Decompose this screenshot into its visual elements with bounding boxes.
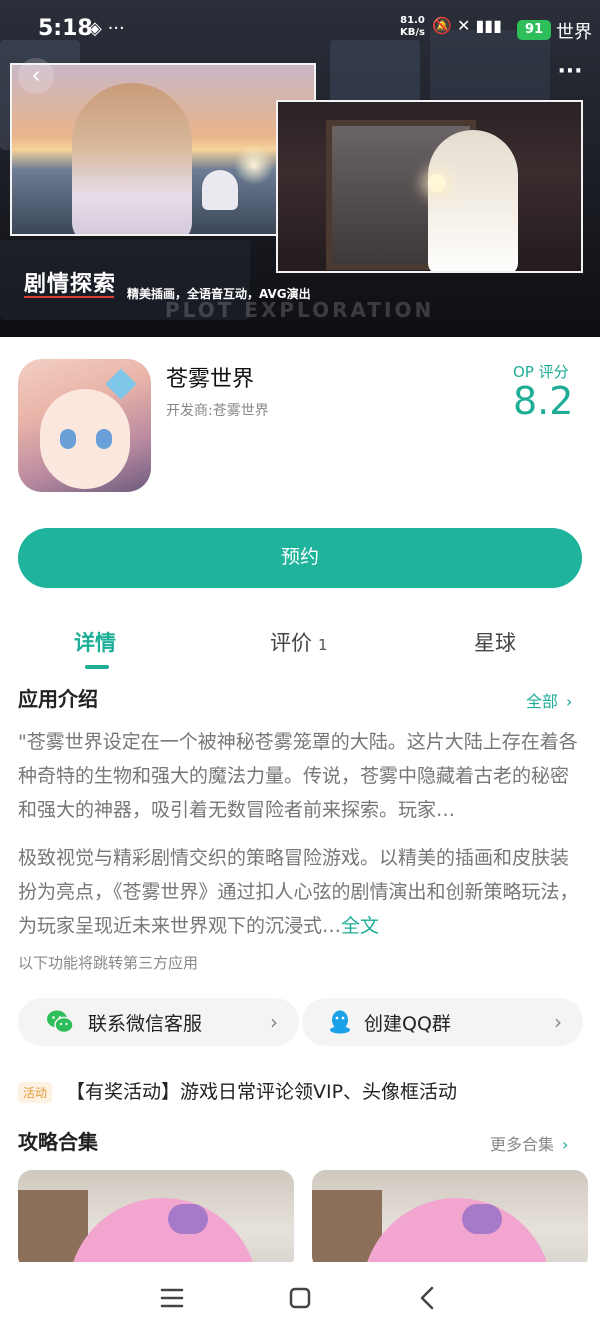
system-navigation-bar — [0, 1262, 600, 1333]
status-right-icons: 🔕 ✕ ▮▮▮ — [432, 16, 502, 35]
intro-all-label: 全部 — [526, 692, 559, 711]
sun-graphic — [234, 145, 274, 185]
banner-title: 剧情探索 — [24, 272, 117, 297]
screenshot-banner: 剧情探索 精美插画，全语音互动，AVG演出 PLOT EXPLORATION 5… — [0, 0, 600, 337]
score-value: 8.2 — [513, 379, 574, 423]
tab-planet[interactable]: 星球 — [474, 627, 516, 657]
cat-graphic — [202, 170, 238, 210]
wechat-icon — [47, 1010, 74, 1034]
more-guides-label: 更多合集 — [490, 1135, 555, 1154]
character-graphic — [428, 130, 518, 271]
more-dots-icon: ··· — [557, 59, 583, 84]
back-icon[interactable] — [408, 1278, 448, 1318]
guide-card[interactable] — [312, 1170, 588, 1270]
activity-link[interactable]: 【有奖活动】游戏日常评论领VIP、头像框活动 — [66, 1077, 457, 1104]
chevron-right-icon: › — [270, 1010, 278, 1034]
character-graphic — [72, 83, 192, 234]
brand-mark: 世界 — [556, 22, 592, 43]
app-developer[interactable]: 开发商:苍雾世界 — [166, 400, 269, 420]
guide-card-bow-graphic — [168, 1204, 208, 1234]
chevron-right-icon: › — [562, 1135, 569, 1154]
app-icon-ribbon — [105, 368, 137, 400]
more-guides-link[interactable]: 更多合集 › — [490, 1131, 568, 1155]
light-orb-graphic — [428, 174, 446, 192]
intro-paragraph: "苍雾世界设定在一个被神秘苍雾笼罩的大陆。这片大陆上存在着各种奇特的生物和强大的… — [18, 731, 578, 821]
chevron-right-icon: › — [554, 1010, 562, 1034]
notification-icons: ◈ ··· — [88, 18, 125, 39]
tab-label: 评价 — [270, 631, 312, 655]
qq-group-button[interactable]: 创建QQ群 › — [302, 998, 583, 1046]
app-name: 苍雾世界 — [166, 367, 255, 392]
third-party-note: 以下功能将跳转第三方应用 — [18, 954, 199, 972]
activity-badge: 活动 — [18, 1082, 53, 1103]
home-icon[interactable] — [280, 1278, 320, 1318]
qq-group-label: 创建QQ群 — [364, 1013, 451, 1035]
tab-label: 星球 — [474, 631, 516, 655]
network-speed: 81.0 KB/s — [400, 15, 425, 39]
wechat-service-button[interactable]: 联系微信客服 › — [18, 998, 299, 1046]
tab-label: 详情 — [74, 631, 116, 655]
tab-detail[interactable]: 详情 — [74, 627, 116, 657]
intro-paragraph-text: 极致视觉与精彩剧情交织的策略冒险游戏。以精美的插画和皮肤装扮为亮点，《苍雾世界》… — [18, 847, 579, 937]
status-time: 5:18 — [38, 16, 93, 41]
network-speed-value: 81.0 — [400, 15, 425, 26]
banner-title-underline — [24, 296, 114, 298]
back-button[interactable]: ‹ — [18, 58, 54, 94]
qq-icon — [330, 1010, 350, 1034]
network-speed-unit: KB/s — [400, 27, 425, 38]
banner-watermark: PLOT EXPLORATION — [165, 298, 435, 322]
battery-indicator: 91 — [517, 20, 551, 40]
banner-screenshot-mirror[interactable] — [276, 100, 583, 273]
guides-title: 攻略合集 — [18, 1130, 98, 1154]
review-count: 1 — [318, 636, 328, 654]
intro-all-link[interactable]: 全部 › — [526, 688, 572, 712]
tab-reviews[interactable]: 评价 1 — [270, 627, 328, 657]
guide-card[interactable] — [18, 1170, 294, 1270]
status-bar: 5:18 ◈ ··· 81.0 KB/s 🔕 ✕ ▮▮▮ 91 世界 — [0, 0, 600, 60]
intro-paragraph: 极致视觉与精彩剧情交织的策略冒险游戏。以精美的插画和皮肤装扮为亮点，《苍雾世界》… — [18, 841, 584, 943]
app-icon-face — [40, 389, 130, 489]
app-icon[interactable] — [18, 359, 151, 492]
guide-card-bow-graphic — [462, 1204, 502, 1234]
app-icon-eye — [96, 429, 112, 449]
more-button[interactable]: ··· — [552, 58, 588, 94]
banner-screenshot-sunset[interactable] — [10, 63, 316, 236]
chevron-right-icon: › — [566, 692, 573, 711]
intro-title: 应用介绍 — [18, 687, 98, 711]
full-text-link[interactable]: 全文 — [341, 915, 379, 937]
app-icon-eye — [60, 429, 76, 449]
chevron-left-icon: ‹ — [31, 61, 41, 89]
recent-apps-icon[interactable] — [152, 1278, 192, 1318]
reserve-button[interactable]: 预约 — [18, 528, 582, 588]
wechat-service-label: 联系微信客服 — [88, 1013, 203, 1035]
active-tab-indicator — [85, 665, 109, 669]
